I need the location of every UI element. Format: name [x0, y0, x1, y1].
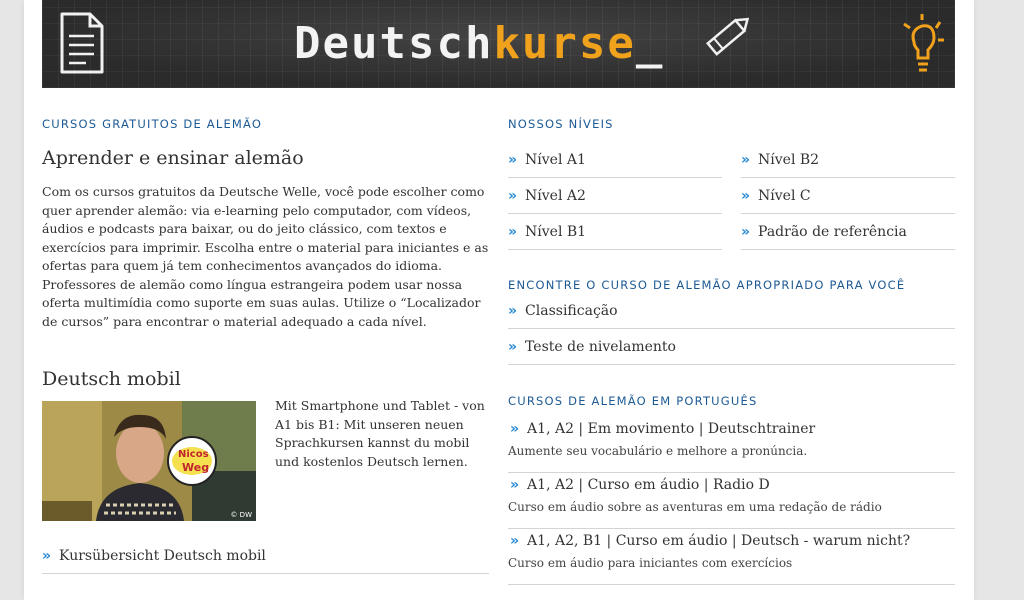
level-link-a1[interactable]: » Nível A1 [508, 142, 722, 178]
level-label: Nível A2 [525, 187, 586, 204]
level-link-reference[interactable]: » Padrão de referência [741, 214, 955, 250]
brand-logo: Deutschkurse_ [294, 14, 664, 74]
course-subtitle: Curso em áudio sobre as aventuras em uma… [508, 500, 882, 514]
course-title: A1, A2, B1 | Curso em áudio | Deutsch - … [527, 533, 911, 549]
brand-underscore: _ [635, 18, 665, 69]
pencil-icon [706, 17, 750, 56]
photo-badge-line1: Nicos [178, 449, 209, 460]
course-title: A1, A2 | Em movimento | Deutschtrainer [527, 421, 816, 437]
finder-link-placement-test[interactable]: » Teste de nivelamento [508, 329, 955, 365]
page-heading: Aprender e ensinar alemão [42, 147, 304, 169]
course-item-radio-d[interactable]: » A1, A2 | Curso em áudio | Radio D Curso… [508, 473, 955, 529]
level-label: Nível B2 [758, 151, 820, 168]
mobil-overview-link[interactable]: » Kursübersicht Deutsch mobil [42, 538, 489, 574]
banner[interactable]: Deutschkurse_ [42, 0, 955, 88]
page-content: Deutschkurse_ CURSOS GRATUITOS DE ALEMÃO… [24, 0, 974, 600]
course-item-warum-nicht[interactable]: » A1, A2, B1 | Curso em áudio | Deutsch -… [508, 529, 955, 585]
chevron-right-icon: » [510, 533, 520, 549]
level-link-c[interactable]: » Nível C [741, 178, 955, 214]
document-icon [60, 12, 104, 74]
level-label: Padrão de referência [758, 223, 907, 240]
level-link-b2[interactable]: » Nível B2 [741, 142, 955, 178]
chevron-right-icon: » [42, 547, 52, 564]
chevron-right-icon: » [741, 223, 751, 240]
chevron-right-icon: » [508, 338, 518, 355]
level-link-a2[interactable]: » Nível A2 [508, 178, 722, 214]
mobil-heading[interactable]: Deutsch mobil [42, 368, 181, 390]
course-subtitle: Aumente seu vocabulário e melhore a pron… [508, 444, 808, 458]
finder-link-label: Classificação [525, 302, 618, 319]
section-label-portuguese-courses: CURSOS DE ALEMÃO EM PORTUGUÊS [508, 394, 758, 408]
intro-paragraph: Com os cursos gratuitos da Deutsche Well… [42, 184, 489, 329]
level-label: Nível A1 [525, 151, 586, 168]
mobil-description: Mit Smartphone und Tablet - von A1 bis B… [275, 398, 485, 469]
deutsch-mobil-photo[interactable]: Nicos Weg © DW [42, 401, 256, 521]
section-label-free-courses: CURSOS GRATUITOS DE ALEMÃO [42, 117, 263, 131]
chevron-right-icon: » [508, 187, 518, 204]
course-title: A1, A2 | Curso em áudio | Radio D [527, 477, 770, 493]
chevron-right-icon: » [508, 151, 518, 168]
course-item-deutschtrainer[interactable]: » A1, A2 | Em movimento | Deutschtrainer … [508, 417, 955, 473]
course-subtitle: Curso em áudio para iniciantes com exerc… [508, 556, 793, 570]
level-label: Nível B1 [525, 223, 587, 240]
photo-credit: © DW [230, 511, 252, 519]
section-label-levels: NOSSOS NÍVEIS [508, 117, 614, 131]
chevron-right-icon: » [510, 477, 520, 493]
chevron-right-icon: » [741, 151, 751, 168]
finder-link-classification[interactable]: » Classificação [508, 293, 955, 329]
photo-badge-line2: Weg [182, 461, 210, 474]
finder-link-label: Teste de nivelamento [525, 338, 676, 355]
chevron-right-icon: » [508, 302, 518, 319]
level-label: Nível C [758, 187, 811, 204]
brand-word-deutsch: Deutsch [294, 18, 494, 69]
chevron-right-icon: » [510, 421, 520, 437]
level-link-b1[interactable]: » Nível B1 [508, 214, 722, 250]
mobil-overview-link-label: Kursübersicht Deutsch mobil [59, 547, 266, 564]
lightbulb-icon [903, 14, 944, 72]
brand-word-kurse: kurse [493, 18, 636, 69]
section-label-finder: ENCONTRE O CURSO DE ALEMÃO APROPRIADO PA… [508, 278, 906, 292]
photo-illustration [42, 401, 256, 521]
chevron-right-icon: » [508, 223, 518, 240]
chevron-right-icon: » [741, 187, 751, 204]
